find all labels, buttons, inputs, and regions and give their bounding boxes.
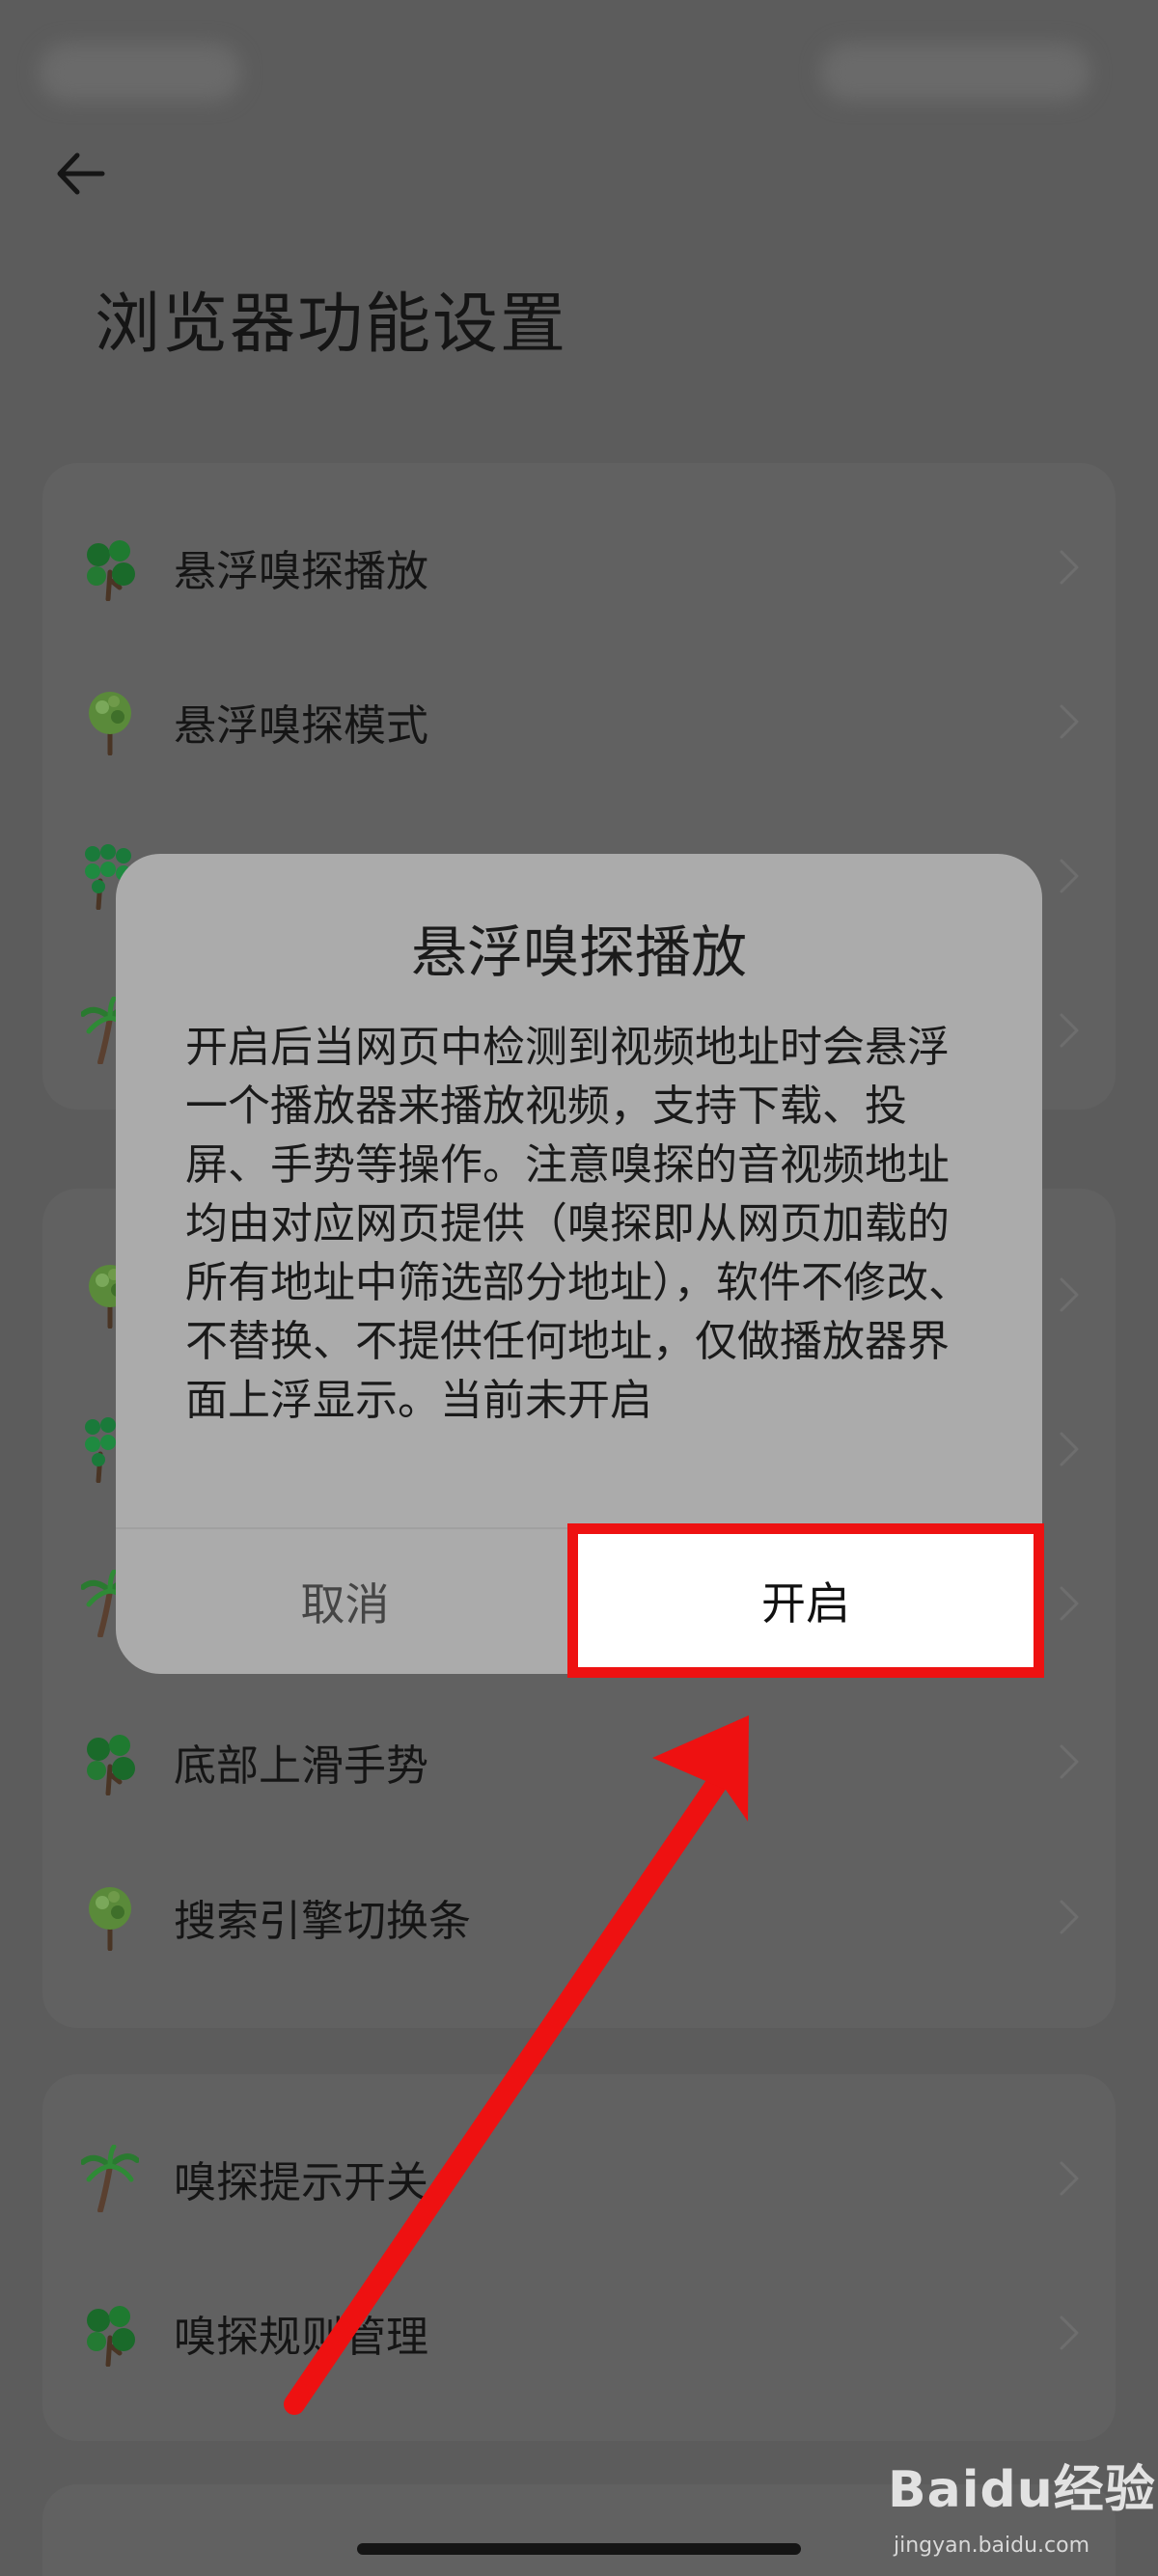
chevron-right-icon (1058, 548, 1081, 587)
baidu-jingyan-logo: Baidu经验 (888, 2461, 1156, 2519)
settings-item-label: 悬浮嗅探模式 (174, 701, 428, 751)
settings-item-bottom-swipe-gesture[interactable]: 底部上滑手势 (42, 1685, 1116, 1839)
status-bar (0, 0, 1158, 135)
chevron-right-icon (1058, 1742, 1081, 1781)
home-indicator[interactable] (357, 2543, 801, 2555)
settings-item-float-sniff-play[interactable]: 悬浮嗅探播放 (42, 490, 1116, 644)
tree-icon-round (81, 2299, 139, 2367)
settings-item-label: 搜索引擎切换条 (174, 1897, 471, 1946)
dialog-title: 悬浮嗅探播放 (410, 919, 747, 985)
chevron-right-icon (1058, 1898, 1081, 1936)
cancel-button[interactable]: 取消 (116, 1529, 574, 1674)
enable-button[interactable]: 开启 (570, 1526, 1041, 1675)
chevron-right-icon (1058, 1584, 1081, 1623)
chevron-right-icon (1058, 857, 1081, 895)
watermark: Baidu经验 jingyan.baidu.com (888, 2449, 1156, 2558)
back-button[interactable] (48, 140, 116, 207)
back-arrow-icon (57, 152, 105, 195)
status-bar-right-blurred (820, 43, 1090, 101)
chevron-right-icon (1058, 2314, 1081, 2352)
chevron-right-icon (1058, 1430, 1081, 1468)
page-title: 浏览器功能设置 (95, 287, 568, 363)
watermark-url: jingyan.baidu.com (894, 2534, 1090, 2558)
palm-tree-icon (81, 2145, 139, 2212)
tree-icon-round (81, 534, 139, 601)
chevron-right-icon (1058, 702, 1081, 741)
chevron-right-icon (1058, 1011, 1081, 1050)
tree-icon-leafy (81, 1883, 139, 1951)
status-bar-left-blurred (39, 43, 241, 101)
settings-item-sniff-rule-manage[interactable]: 嗅探规则管理 (42, 2256, 1116, 2410)
settings-item-label: 悬浮嗅探播放 (174, 547, 428, 596)
settings-item-label: 底部上滑手势 (174, 1741, 428, 1791)
tree-icon-round (81, 1728, 139, 1795)
settings-item-float-sniff-mode[interactable]: 悬浮嗅探模式 (42, 644, 1116, 799)
settings-item-search-engine-bar[interactable]: 搜索引擎切换条 (42, 1840, 1116, 1994)
settings-item-label: 嗅探规则管理 (174, 2313, 428, 2362)
chevron-right-icon (1058, 2159, 1081, 2198)
dialog-message: 开启后当网页中检测到视频地址时会悬浮一个播放器来播放视频，支持下载、投屏、手势等… (185, 1023, 971, 1425)
settings-item-label: 嗅探提示开关 (174, 2158, 428, 2207)
tree-icon-leafy (81, 688, 139, 755)
settings-item-sniff-hint-switch[interactable]: 嗅探提示开关 (42, 2101, 1116, 2256)
chevron-right-icon (1058, 1275, 1081, 1314)
